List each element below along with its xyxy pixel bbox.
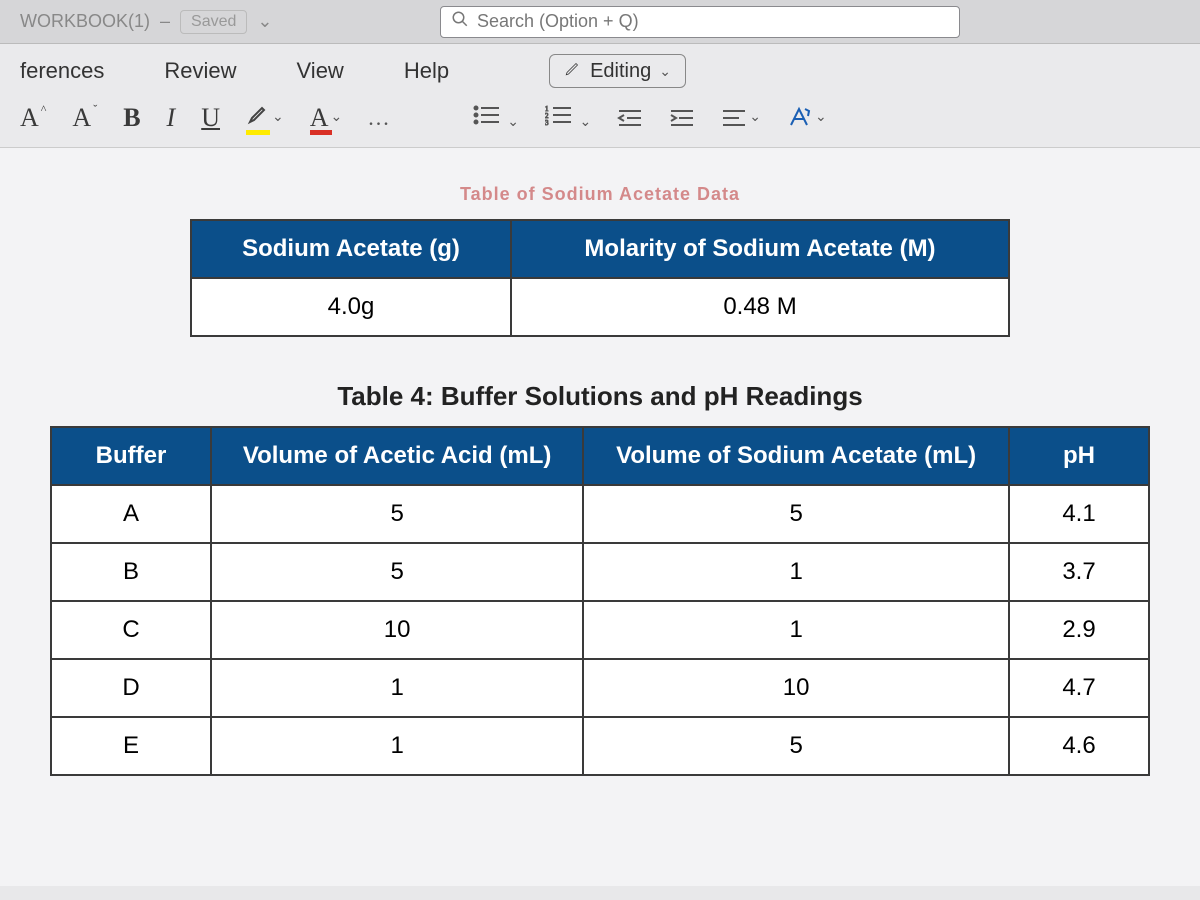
t1-header-molarity: Molarity of Sodium Acetate (M) <box>511 220 1009 278</box>
t1-cell-molarity: 0.48 M <box>511 278 1009 336</box>
t2-header-ph: pH <box>1009 427 1149 485</box>
search-input[interactable]: Search (Option + Q) <box>440 6 960 38</box>
t2-cell-acetic: 1 <box>211 659 583 717</box>
table-row: A554.1 <box>51 485 1149 543</box>
pencil-icon <box>564 59 582 83</box>
t2-header-buffer: Buffer <box>51 427 211 485</box>
t2-cell-ph: 3.7 <box>1009 543 1149 601</box>
chevron-down-icon[interactable]: ⌄ <box>257 11 272 32</box>
search-icon <box>451 10 469 33</box>
table4-caption: Table 4: Buffer Solutions and pH Reading… <box>40 381 1160 412</box>
t2-cell-acetate: 1 <box>583 543 1009 601</box>
editor-button[interactable]: ⌄ <box>787 105 827 131</box>
bulleted-list-button[interactable]: ⌄ <box>473 103 519 133</box>
t2-cell-acetate: 1 <box>583 601 1009 659</box>
formatting-toolbar: A^ Aˇ B I U ⌄ A⌄ ... ⌄ 123 ⌄ ⌄ ⌄ <box>0 94 1200 148</box>
buffer-ph-table: Buffer Volume of Acetic Acid (mL) Volume… <box>50 426 1150 776</box>
decrease-indent-button[interactable] <box>617 107 643 129</box>
title-bar: WORKBOOK(1) – Saved ⌄ Search (Option + Q… <box>0 0 1200 44</box>
t2-cell-acetic: 5 <box>211 485 583 543</box>
highlight-button[interactable]: ⌄ <box>246 102 284 133</box>
t2-cell-buffer: C <box>51 601 211 659</box>
increase-font-button[interactable]: A^ <box>20 103 46 133</box>
table3-caption-truncated: Table of Sodium Acetate Data <box>40 184 1160 205</box>
table-row: 4.0g 0.48 M <box>191 278 1009 336</box>
ribbon-tabs: ferences Review View Help Editing ⌄ <box>0 44 1200 94</box>
t2-cell-ph: 4.7 <box>1009 659 1149 717</box>
tab-references[interactable]: ferences <box>20 58 104 84</box>
t2-header-acetate: Volume of Sodium Acetate (mL) <box>583 427 1009 485</box>
search-placeholder: Search (Option + Q) <box>477 11 639 32</box>
t2-cell-ph: 2.9 <box>1009 601 1149 659</box>
t2-cell-buffer: B <box>51 543 211 601</box>
t1-header-mass: Sodium Acetate (g) <box>191 220 511 278</box>
t2-cell-acetic: 10 <box>211 601 583 659</box>
highlighter-icon <box>246 102 270 133</box>
table-row: B513.7 <box>51 543 1149 601</box>
tab-review[interactable]: Review <box>164 58 236 84</box>
table-row: D1104.7 <box>51 659 1149 717</box>
bold-button[interactable]: B <box>123 103 140 133</box>
editing-label: Editing <box>590 60 651 83</box>
saved-badge: Saved <box>180 10 247 34</box>
t2-cell-buffer: E <box>51 717 211 775</box>
tab-help[interactable]: Help <box>404 58 449 84</box>
editing-mode-dropdown[interactable]: Editing ⌄ <box>549 54 686 88</box>
t2-cell-ph: 4.6 <box>1009 717 1149 775</box>
chevron-down-icon: ⌄ <box>659 63 671 80</box>
decrease-font-button[interactable]: Aˇ <box>72 103 97 133</box>
sodium-acetate-table: Sodium Acetate (g) Molarity of Sodium Ac… <box>190 219 1010 337</box>
increase-indent-button[interactable] <box>669 107 695 129</box>
t2-cell-buffer: D <box>51 659 211 717</box>
t2-header-acetic: Volume of Acetic Acid (mL) <box>211 427 583 485</box>
tab-view[interactable]: View <box>297 58 344 84</box>
t2-cell-acetate: 5 <box>583 485 1009 543</box>
t1-cell-mass: 4.0g <box>191 278 511 336</box>
t2-cell-acetate: 5 <box>583 717 1009 775</box>
font-color-button[interactable]: A⌄ <box>310 103 343 133</box>
svg-text:3: 3 <box>545 119 549 126</box>
t2-cell-acetic: 5 <box>211 543 583 601</box>
align-button[interactable]: ⌄ <box>721 107 761 129</box>
t2-cell-acetic: 1 <box>211 717 583 775</box>
table-row: E154.6 <box>51 717 1149 775</box>
document-canvas[interactable]: Table of Sodium Acetate Data Sodium Acet… <box>0 148 1200 886</box>
t2-cell-ph: 4.1 <box>1009 485 1149 543</box>
more-formatting-button[interactable]: ... <box>368 105 391 131</box>
table-row: C1012.9 <box>51 601 1149 659</box>
underline-button[interactable]: U <box>201 103 220 133</box>
italic-button[interactable]: I <box>167 103 176 133</box>
t2-cell-buffer: A <box>51 485 211 543</box>
doc-title-fragment: WORKBOOK(1) <box>20 11 150 32</box>
numbered-list-button[interactable]: 123 ⌄ <box>545 103 591 133</box>
t2-cell-acetate: 10 <box>583 659 1009 717</box>
